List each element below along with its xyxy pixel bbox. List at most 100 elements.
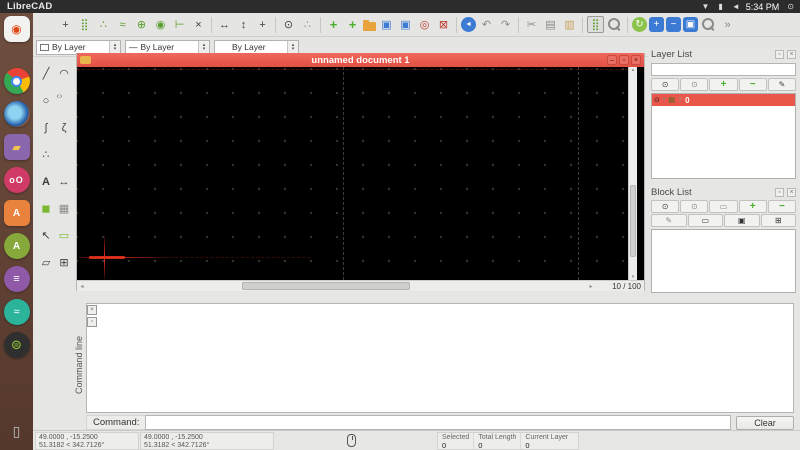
- show-all-blocks-icon[interactable]: ⊙: [651, 200, 680, 213]
- select-tool-icon[interactable]: ↖: [38, 222, 54, 249]
- add-layer-icon[interactable]: +: [709, 78, 738, 91]
- revert-icon[interactable]: ◎: [416, 16, 433, 33]
- paste-icon[interactable]: ▥: [561, 16, 578, 33]
- add-block-icon[interactable]: +: [738, 200, 767, 213]
- circle-tool-icon[interactable]: ○: [38, 87, 54, 114]
- point-tool-icon[interactable]: ∴: [38, 141, 54, 168]
- grid-toggle-icon[interactable]: ⣿: [587, 16, 604, 33]
- toolbar-overflow-icon[interactable]: »: [719, 16, 736, 33]
- snap-center-icon[interactable]: ⊕: [133, 16, 150, 33]
- dimension-tool-icon[interactable]: ↔: [56, 168, 72, 195]
- spinner-icon[interactable]: ▴ ▾: [198, 40, 209, 54]
- float-icon[interactable]: ▫: [775, 50, 784, 59]
- explode-tool-icon[interactable]: ⊞: [56, 249, 72, 276]
- launcher-system-monitor[interactable]: ≈: [3, 299, 30, 325]
- text-tool-icon[interactable]: A: [38, 168, 54, 195]
- launcher-trash[interactable]: ▯: [4, 418, 30, 444]
- save-as-icon[interactable]: ▣: [397, 16, 414, 33]
- launcher-software-center[interactable]: A: [3, 233, 30, 259]
- show-all-layers-icon[interactable]: ⊙: [651, 78, 680, 91]
- launcher-software-app[interactable]: A: [3, 200, 30, 226]
- rename-block-icon[interactable]: ▭: [709, 200, 738, 213]
- scroll-left-icon[interactable]: ◂: [77, 283, 87, 290]
- dimension-aligned-icon[interactable]: ▭: [56, 222, 72, 249]
- command-input[interactable]: [145, 415, 731, 430]
- modify-layer-icon[interactable]: ✎: [767, 78, 797, 91]
- layer-visible-icon[interactable]: ⊙: [654, 96, 660, 104]
- layer-construction-icon[interactable]: +: [678, 96, 682, 104]
- spinner-icon[interactable]: ▴ ▾: [109, 40, 120, 54]
- spline-tool-icon[interactable]: ∫: [38, 114, 54, 141]
- hide-all-blocks-icon[interactable]: ⊙: [680, 200, 709, 213]
- layer-print-icon[interactable]: ▤: [668, 96, 675, 104]
- clear-button[interactable]: Clear: [736, 415, 794, 430]
- open-file-icon[interactable]: [363, 20, 376, 31]
- save-block-icon[interactable]: ▣: [724, 214, 760, 227]
- lock-relative-zero-icon[interactable]: ⊙: [280, 16, 297, 33]
- horizontal-scrollbar[interactable]: ◂ ▸ 10 / 100: [77, 280, 644, 291]
- ellipse-tool-icon[interactable]: ○: [56, 93, 72, 108]
- line-tool-icon[interactable]: ╱: [38, 60, 54, 87]
- scroll-up-icon[interactable]: ▴: [632, 67, 635, 73]
- float-icon[interactable]: ▫: [775, 188, 784, 197]
- hide-all-layers-icon[interactable]: ⊙: [680, 78, 709, 91]
- zoom-pan-icon[interactable]: [700, 16, 717, 33]
- snap-entity-icon[interactable]: ≈: [114, 16, 131, 33]
- restore-icon[interactable]: ▫: [619, 55, 629, 65]
- arc-tool-icon[interactable]: ◠: [56, 60, 72, 87]
- vertical-scrollbar[interactable]: ▴ ▾: [628, 67, 637, 280]
- restrict-orthogonal-icon[interactable]: +: [254, 16, 271, 33]
- clock[interactable]: 5:34 PM: [746, 2, 780, 12]
- snap-distance-icon[interactable]: ⊢: [171, 16, 188, 33]
- remove-layer-icon[interactable]: −: [738, 78, 767, 91]
- command-dock-float-icon[interactable]: ▫: [87, 317, 97, 327]
- snap-middle-icon[interactable]: ◉: [152, 16, 169, 33]
- polyline-tool-icon[interactable]: ζ: [56, 114, 72, 141]
- restrict-horizontal-icon[interactable]: ↔: [216, 16, 233, 33]
- session-menu-icon[interactable]: ⊙: [787, 2, 794, 11]
- drawing-canvas[interactable]: [77, 67, 628, 280]
- auto-zoom-icon[interactable]: ↻: [632, 17, 647, 32]
- launcher-librecad[interactable]: ⊜: [3, 332, 30, 358]
- spinner-icon[interactable]: ▴ ▾: [287, 40, 298, 54]
- launcher-firefox[interactable]: [3, 101, 30, 127]
- layer-row-selected[interactable]: ⊙ ▪ ▤ + 0: [652, 94, 795, 106]
- launcher-photos-app[interactable]: oO: [3, 167, 30, 193]
- snap-intersection-icon[interactable]: ×: [190, 16, 207, 33]
- undo-icon[interactable]: ↶: [478, 16, 495, 33]
- remove-block-icon[interactable]: −: [767, 200, 797, 213]
- save-file-icon[interactable]: ▣: [378, 16, 395, 33]
- layer-lock-icon[interactable]: ▪: [663, 96, 665, 104]
- command-dock-close-icon[interactable]: ×: [87, 305, 97, 315]
- minimize-icon[interactable]: –: [607, 55, 617, 65]
- command-history[interactable]: [86, 303, 794, 413]
- scrollbar-thumb[interactable]: [630, 185, 636, 257]
- copy-icon[interactable]: ▤: [542, 16, 559, 33]
- hatch-tool-icon[interactable]: ◼: [38, 195, 54, 222]
- insert-block-icon[interactable]: ⊞: [760, 214, 796, 227]
- restrict-vertical-icon[interactable]: ↕: [235, 16, 252, 33]
- snap-grid-icon[interactable]: ⣿: [76, 16, 93, 33]
- document-title-bar[interactable]: unnamed document 1 – ▫ ×: [77, 53, 644, 67]
- new-from-template-icon[interactable]: +: [344, 16, 361, 33]
- layer-filter-input[interactable]: [651, 63, 796, 76]
- snap-free-icon[interactable]: +: [57, 16, 74, 33]
- scroll-right-icon[interactable]: ▸: [586, 283, 596, 290]
- snap-endpoint-icon[interactable]: ∴: [95, 16, 112, 33]
- scrollbar-thumb[interactable]: [242, 282, 410, 290]
- cut-icon[interactable]: ✂: [523, 16, 540, 33]
- redo-icon[interactable]: ↷: [497, 16, 514, 33]
- zoom-out-icon[interactable]: −: [666, 17, 681, 32]
- back-icon[interactable]: ◄: [461, 17, 476, 32]
- close-icon[interactable]: ×: [787, 188, 796, 197]
- zoom-preview-icon[interactable]: [606, 16, 623, 33]
- close-document-icon[interactable]: ⊠: [435, 16, 452, 33]
- launcher-writer-app[interactable]: ≡: [3, 266, 30, 292]
- relative-zero-icon[interactable]: ∴: [299, 16, 316, 33]
- battery-icon[interactable]: ▮: [718, 2, 722, 11]
- launcher-chrome[interactable]: [3, 68, 30, 94]
- launcher-files[interactable]: ▰: [3, 134, 30, 160]
- scroll-down-icon[interactable]: ▾: [632, 274, 635, 280]
- create-block-icon[interactable]: ✎: [651, 214, 687, 227]
- new-document-icon[interactable]: +: [325, 16, 342, 33]
